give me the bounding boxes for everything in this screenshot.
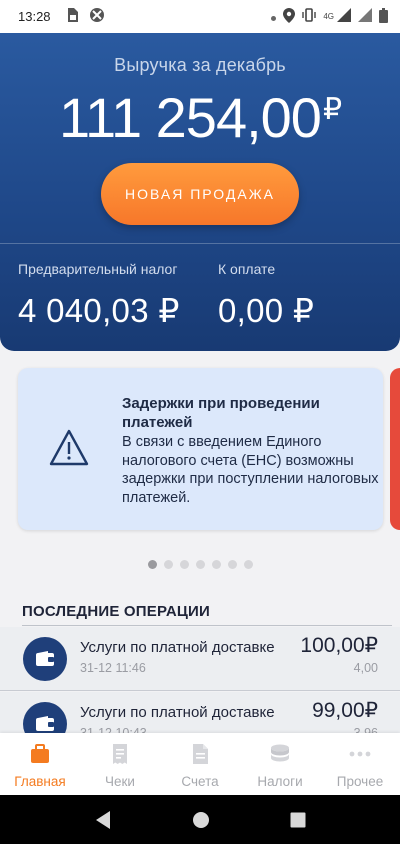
dot-indicator-icon xyxy=(271,9,277,24)
recents-icon[interactable] xyxy=(290,812,306,828)
signal-icon xyxy=(337,8,351,25)
currency-symbol: ₽ xyxy=(322,93,342,126)
carousel-dot[interactable] xyxy=(164,560,173,569)
warning-triangle-icon xyxy=(48,428,90,468)
operation-amount: 99,00₽ xyxy=(312,699,378,722)
to-pay-value[interactable]: 0,00 ₽ xyxy=(218,291,314,330)
nav-item-home[interactable]: Главная xyxy=(0,733,80,795)
operations-divider xyxy=(22,625,392,626)
to-pay-label: К оплате xyxy=(218,261,276,277)
sim-card-icon xyxy=(65,7,79,26)
location-icon xyxy=(283,7,296,26)
new-sale-button[interactable]: НОВАЯ ПРОДАЖА xyxy=(101,163,299,225)
network-type-label: 4G xyxy=(323,12,334,21)
nav-item-taxes[interactable]: Налоги xyxy=(240,733,320,795)
app-screen: 13:28 4G Выручка за декабрь 111 254,00₽ … xyxy=(0,0,400,844)
carousel-dot[interactable] xyxy=(148,560,157,569)
carousel-dot[interactable] xyxy=(228,560,237,569)
banner-text: В связи с введением Единого налогового с… xyxy=(122,434,379,506)
operation-amount: 100,00₽ xyxy=(300,634,378,657)
prelim-tax-label: Предварительный налог xyxy=(18,261,178,277)
status-indicators: 4G xyxy=(271,7,388,26)
wallet-icon xyxy=(23,637,67,681)
nav-item-receipts[interactable]: Чеки xyxy=(80,733,160,795)
bottom-navigation: Главная Чеки Счета Налоги Прочее xyxy=(0,733,400,795)
back-icon[interactable] xyxy=(94,810,112,830)
operation-title: Услуги по платной доставке xyxy=(80,704,275,721)
banner-title: Задержки при проведении платежей xyxy=(122,395,320,431)
status-time: 13:28 xyxy=(18,9,51,24)
operation-title: Услуги по платной доставке xyxy=(80,639,275,656)
operation-row[interactable]: Услуги по платной доставке 31-12 11:46 1… xyxy=(0,627,400,691)
carousel-dot[interactable] xyxy=(180,560,189,569)
nav-item-invoices[interactable]: Счета xyxy=(160,733,240,795)
nav-label-invoices: Счета xyxy=(181,774,219,789)
operation-date: 31-12 11:46 xyxy=(80,661,146,675)
nav-label-home: Главная xyxy=(14,774,66,789)
receipt-icon xyxy=(113,744,127,764)
carousel-dots xyxy=(148,560,253,569)
nav-item-more[interactable]: Прочее xyxy=(320,733,400,795)
more-icon xyxy=(349,751,371,757)
briefcase-icon xyxy=(31,744,49,763)
revenue-value: 111 254,00 xyxy=(58,86,322,149)
operation-fee: 4,00 xyxy=(353,661,378,675)
system-navigation-bar xyxy=(0,795,400,844)
vibrate-icon xyxy=(302,8,317,25)
carousel-dot[interactable] xyxy=(196,560,205,569)
coins-icon xyxy=(271,744,289,762)
revenue-header: Выручка за декабрь 111 254,00₽ НОВАЯ ПРО… xyxy=(0,33,400,351)
status-bar: 13:28 4G xyxy=(0,0,400,33)
operations-heading: ПОСЛЕДНИЕ ОПЕРАЦИИ xyxy=(22,603,211,620)
carousel-dot[interactable] xyxy=(244,560,253,569)
header-divider xyxy=(0,243,400,244)
app-notification-icon xyxy=(89,7,105,26)
next-banner-card[interactable] xyxy=(390,368,400,530)
carousel-dot[interactable] xyxy=(212,560,221,569)
revenue-title: Выручка за декабрь xyxy=(114,55,286,75)
revenue-amount: 111 254,00₽ xyxy=(0,85,400,150)
document-icon xyxy=(193,744,208,764)
info-banner[interactable]: Задержки при проведении платежей В связи… xyxy=(18,368,383,530)
home-icon[interactable] xyxy=(192,811,210,829)
prelim-tax-value[interactable]: 4 040,03 ₽ xyxy=(18,291,180,330)
nav-label-receipts: Чеки xyxy=(105,774,135,789)
signal-2-icon xyxy=(358,8,372,25)
nav-label-more: Прочее xyxy=(336,774,384,789)
nav-label-taxes: Налоги xyxy=(257,774,303,789)
battery-icon xyxy=(379,7,388,26)
